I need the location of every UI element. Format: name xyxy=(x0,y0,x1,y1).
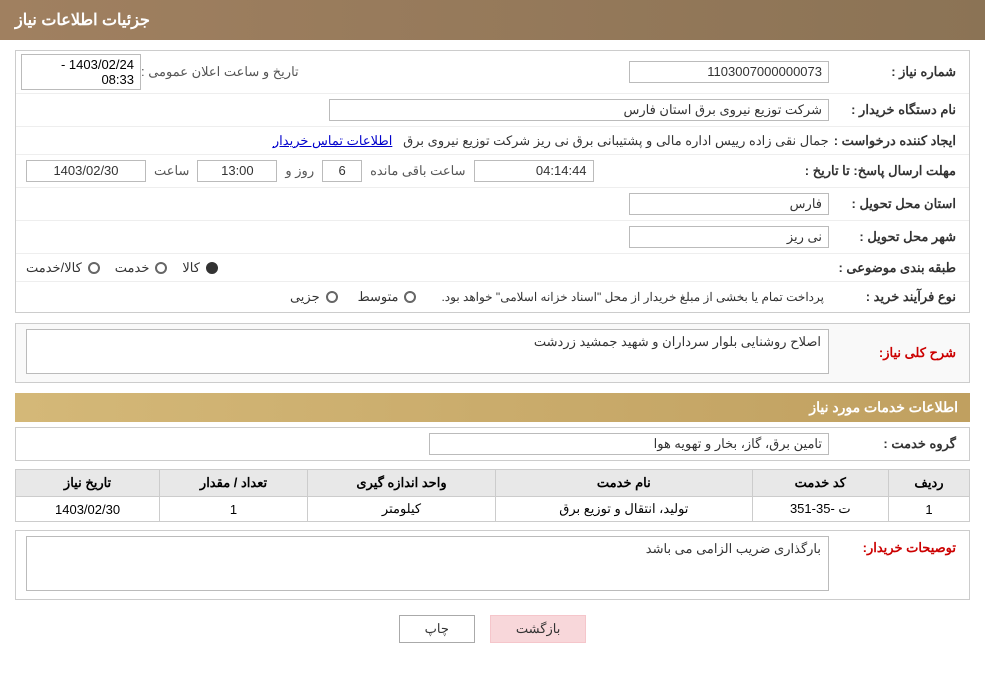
content-area: شماره نیاز : 1103007000000073 تاریخ و سا… xyxy=(0,40,985,668)
ostan-label: استان محل تحویل : xyxy=(834,196,964,212)
shomare-niaz-value: 1103007000000073 xyxy=(304,59,834,85)
sharh-niaz-wrapper: اصلاح روشنایی بلوار سرداران و شهید جمشید… xyxy=(26,329,829,377)
print-button[interactable]: چاپ xyxy=(399,615,475,643)
announcement-value: 1403/02/24 - 08:33 xyxy=(21,54,141,90)
tabaghe-value: کالا/خدمت خدمت کالا xyxy=(21,258,834,278)
grouh-khadamat-row: گروه خدمت : تامین برق، گاز، بخار و تهویه… xyxy=(15,427,970,461)
sharh-niaz-textarea[interactable] xyxy=(26,329,829,374)
shahr-input: نی ریز xyxy=(629,226,829,248)
saat-label: ساعت xyxy=(154,163,189,179)
info-section: شماره نیاز : 1103007000000073 تاریخ و سا… xyxy=(15,50,970,313)
farayand-option-jozi[interactable]: جزیی xyxy=(290,289,338,305)
ostan-value: فارس xyxy=(21,191,834,217)
announcement-label: تاریخ و ساعت اعلان عمومی : xyxy=(141,64,299,80)
services-section-title: اطلاعات خدمات مورد نیاز xyxy=(15,393,970,422)
radio-circle-kala xyxy=(206,262,218,274)
saat-box: 13:00 xyxy=(197,160,277,182)
service-table: ردیف کد خدمت نام خدمت واحد اندازه گیری ت… xyxy=(15,469,970,522)
nam-dastgah-input: شرکت توزیع نیروی برق استان فارس xyxy=(329,99,829,121)
sharh-niaz-label: شرح کلی نیاز: xyxy=(834,345,964,361)
remaining-box: 04:14:44 xyxy=(474,160,594,182)
shomare-niaz-label: شماره نیاز : xyxy=(834,64,964,80)
radio-circle-khadamat xyxy=(155,262,167,274)
ilamat-tamas-link[interactable]: اطلاعات تماس خریدار xyxy=(273,133,392,148)
farayand-option-motawaset[interactable]: متوسط xyxy=(358,289,417,305)
farayand-note: پرداخت تمام یا بخشی از مبلغ خریدار از مح… xyxy=(436,287,829,307)
col-kod: کد خدمت xyxy=(752,470,888,497)
tabaghe-option-khadamat[interactable]: خدمت xyxy=(115,260,168,276)
radio-circle-jozi xyxy=(326,291,338,303)
remaining-label: ساعت باقی مانده xyxy=(370,163,465,179)
sharh-niaz-row: شرح کلی نیاز: اصلاح روشنایی بلوار سردارا… xyxy=(15,323,970,383)
table-header-row: ردیف کد خدمت نام خدمت واحد اندازه گیری ت… xyxy=(16,470,970,497)
page-header: جزئیات اطلاعات نیاز xyxy=(0,0,985,40)
toseif-label: توصیحات خریدار: xyxy=(834,534,964,556)
table-row: 1ت -35-351تولید، انتقال و توزیع برقکیلوم… xyxy=(16,497,970,522)
type-purchase-row: پرداخت تمام یا بخشی از مبلغ خریدار از مح… xyxy=(26,287,829,307)
col-tedad: تعداد / مقدار xyxy=(160,470,308,497)
shomare-niaz-row: شماره نیاز : 1103007000000073 تاریخ و سا… xyxy=(16,51,969,94)
shomare-niaz-input: 1103007000000073 xyxy=(629,61,829,83)
nam-dastgah-row: نام دستگاه خریدار : شرکت توزیع نیروی برق… xyxy=(16,94,969,127)
mohlat-value: 04:14:44 ساعت باقی مانده 6 روز و 13:00 س… xyxy=(21,158,805,184)
page-title: جزئیات اطلاعات نیاز xyxy=(15,12,150,29)
ijad-konande-label: ایجاد کننده درخواست : xyxy=(834,133,964,149)
nam-dastgah-value: شرکت توزیع نیروی برق استان فارس xyxy=(21,97,834,123)
table-body: 1ت -35-351تولید، انتقال و توزیع برقکیلوم… xyxy=(16,497,970,522)
ostan-input: فارس xyxy=(629,193,829,215)
tabaghe-option-kala-khadamat[interactable]: کالا/خدمت xyxy=(26,260,100,276)
ijad-konande-row: ایجاد کننده درخواست : جمال نقی زاده رییس… xyxy=(16,127,969,155)
date-box: 1403/02/30 xyxy=(26,160,146,182)
tabaghe-radio-group: کالا/خدمت خدمت کالا xyxy=(26,260,829,276)
shahr-value: نی ریز xyxy=(21,224,834,250)
shahr-row: شهر محل تحویل : نی ریز xyxy=(16,221,969,254)
grouh-khadamat-value: تامین برق، گاز، بخار و تهویه هوا xyxy=(21,431,834,457)
grouh-khadamat-label: گروه خدمت : xyxy=(834,436,964,452)
tabaghe-row: طبقه بندی موضوعی : کالا/خدمت خدمت xyxy=(16,254,969,282)
roz-label: روز و xyxy=(285,163,314,179)
col-name: نام خدمت xyxy=(496,470,753,497)
radio-circle-motawaset xyxy=(404,291,416,303)
grouh-khadamat-input: تامین برق، گاز، بخار و تهویه هوا xyxy=(429,433,829,455)
noe-farayand-label: نوع فرآیند خرید : xyxy=(834,289,964,305)
noe-farayand-row: نوع فرآیند خرید : پرداخت تمام یا بخشی از… xyxy=(16,282,969,312)
page-container: جزئیات اطلاعات نیاز شماره نیاز : 1103007… xyxy=(0,0,985,691)
col-tarikh: تاریخ نیاز xyxy=(16,470,160,497)
ostan-row: استان محل تحویل : فارس xyxy=(16,188,969,221)
toseif-row: توصیحات خریدار: بارگذاری ضریب الزامی می … xyxy=(15,530,970,600)
col-radif: ردیف xyxy=(888,470,969,497)
buttons-row: بازگشت چاپ xyxy=(15,615,970,643)
radio-circle-kala-khadamat xyxy=(88,262,100,274)
col-vahed: واحد اندازه گیری xyxy=(307,470,495,497)
nam-dastgah-label: نام دستگاه خریدار : xyxy=(834,102,964,118)
mohlat-row: مهلت ارسال پاسخ: تا تاریخ : 04:14:44 ساع… xyxy=(16,155,969,188)
toseif-value: بارگذاری ضریب الزامی می باشد xyxy=(21,534,834,596)
sharh-niaz-value: اصلاح روشنایی بلوار سرداران و شهید جمشید… xyxy=(21,327,834,379)
toseif-textarea[interactable] xyxy=(26,536,829,591)
ijad-konande-value: جمال نقی زاده رییس اداره مالی و پشتیبانی… xyxy=(21,131,834,151)
toseif-wrapper: بارگذاری ضریب الزامی می باشد xyxy=(26,536,829,594)
ijad-konande-text: جمال نقی زاده رییس اداره مالی و پشتیبانی… xyxy=(403,133,829,148)
roz-box: 6 xyxy=(322,160,362,182)
mohlat-label: مهلت ارسال پاسخ: تا تاریخ : xyxy=(805,163,964,179)
tabaghe-label: طبقه بندی موضوعی : xyxy=(834,260,964,276)
noe-farayand-value: پرداخت تمام یا بخشی از مبلغ خریدار از مح… xyxy=(21,285,834,309)
shahr-label: شهر محل تحویل : xyxy=(834,229,964,245)
tabaghe-option-kala[interactable]: کالا xyxy=(182,260,218,276)
back-button[interactable]: بازگشت xyxy=(490,615,586,643)
